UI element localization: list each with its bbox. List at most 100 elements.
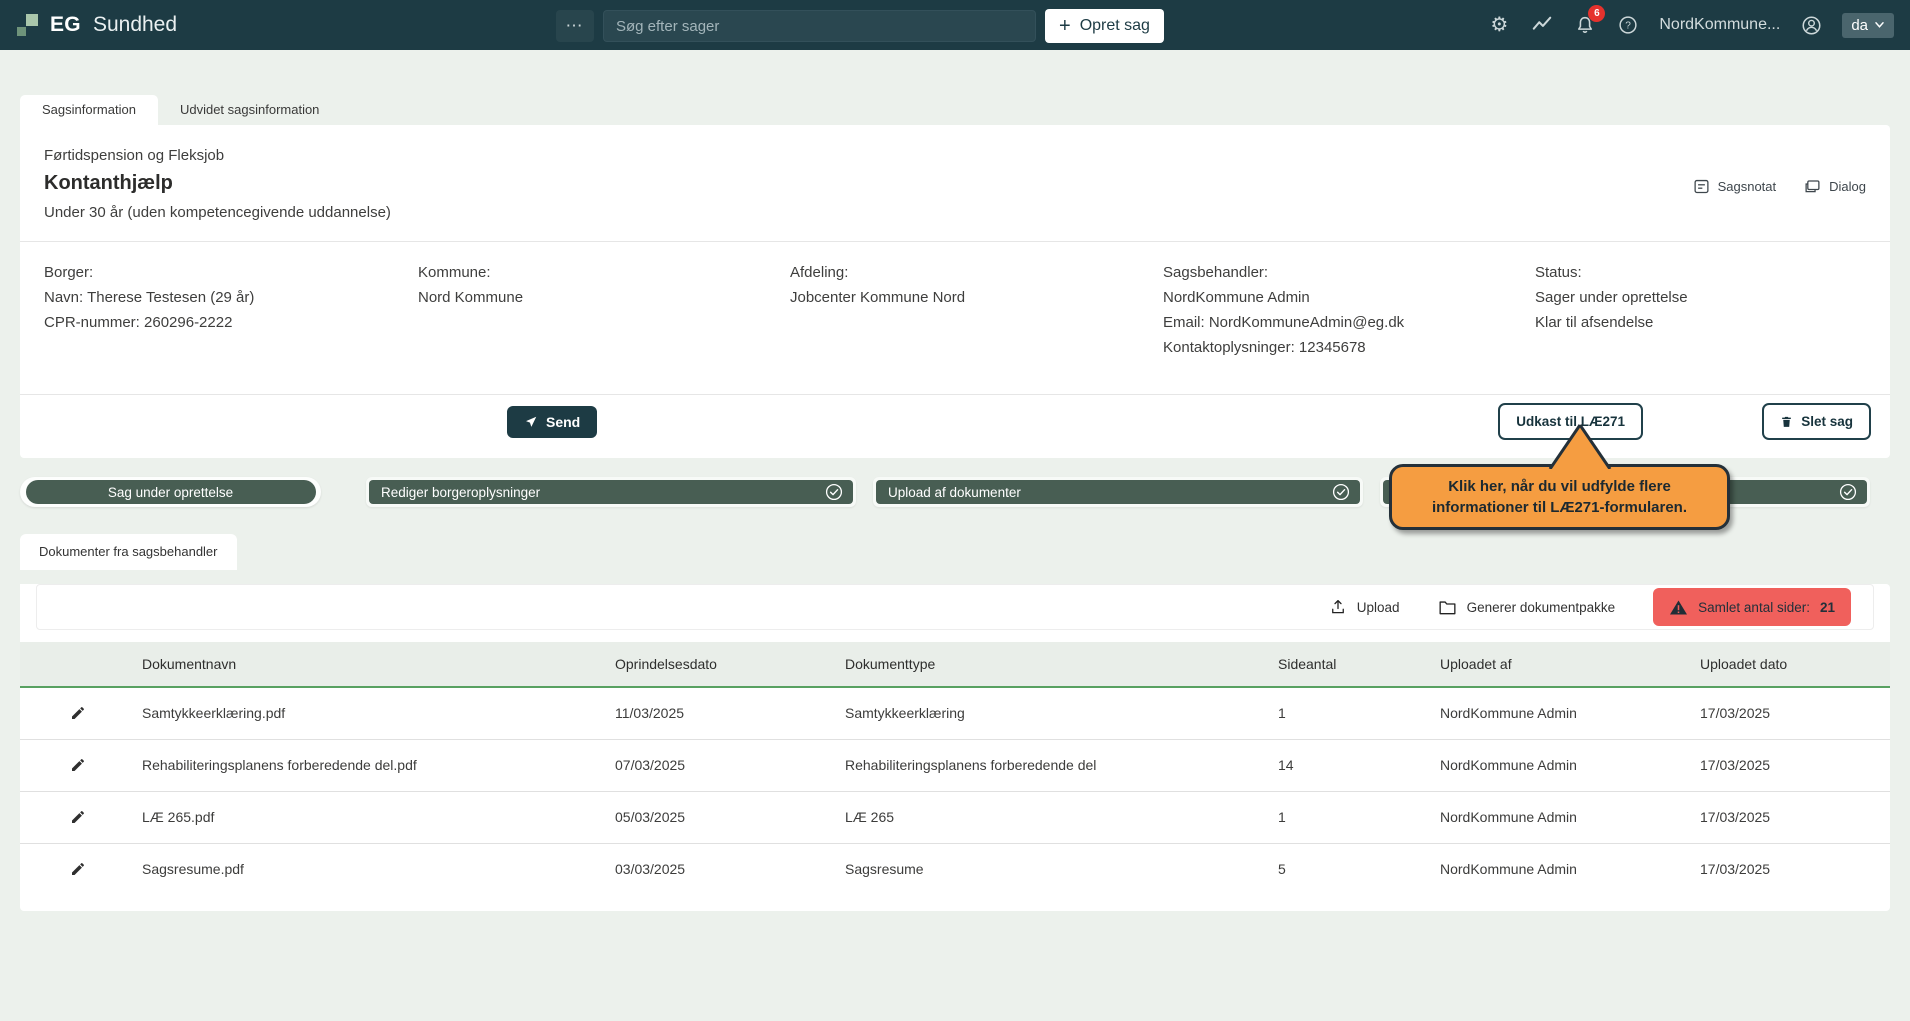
send-button[interactable]: Send — [507, 406, 597, 438]
cell-type: Rehabiliteringsplanens forberedende del — [845, 739, 1278, 791]
cell-pages: 14 — [1278, 739, 1440, 791]
cell-type: Samtykkeerklæring — [845, 687, 1278, 739]
eg-logo-icon — [16, 13, 40, 37]
send-label: Send — [546, 414, 580, 430]
col-dokumentnavn: Dokumentnavn — [142, 642, 615, 687]
cell-uploaded-date: 17/03/2025 — [1700, 687, 1890, 739]
check-circle-icon — [1839, 483, 1857, 501]
cell-pages: 1 — [1278, 791, 1440, 843]
notifications-bell-icon[interactable]: 6 — [1573, 13, 1597, 37]
upload-icon — [1329, 598, 1347, 616]
upload-button[interactable]: Upload — [1329, 598, 1400, 616]
cell-origin-date: 05/03/2025 — [615, 791, 845, 843]
create-case-label: Opret sag — [1080, 17, 1150, 35]
notification-count-badge: 6 — [1588, 5, 1605, 22]
case-info-grid: Borger: Navn: Therese Testesen (29 år) C… — [44, 242, 1866, 374]
table-row[interactable]: Rehabiliteringsplanens forberedende del.… — [20, 739, 1890, 791]
step-label: Upload af dokumenter — [888, 485, 1021, 500]
cell-origin-date: 11/03/2025 — [615, 687, 845, 739]
table-row[interactable]: LÆ 265.pdf 05/03/2025 LÆ 265 1 NordKommu… — [20, 791, 1890, 843]
top-navbar: EG Sundhed ⋯ + Opret sag ⚙ 6 ? — [0, 0, 1910, 50]
cell-uploaded-by: NordKommune Admin — [1440, 843, 1700, 895]
total-pages-label: Samlet antal sider: — [1698, 600, 1810, 615]
logo-product-text: Sundhed — [93, 13, 177, 37]
search-input[interactable] — [603, 10, 1036, 42]
step-rediger-borgeroplysninger[interactable]: Rediger borgeroplysninger — [366, 477, 856, 507]
logo-eg-text: EG — [50, 13, 81, 37]
cell-type: LÆ 265 — [845, 791, 1278, 843]
sagsnotat-button[interactable]: Sagsnotat — [1693, 151, 1777, 221]
case-subtitle: Under 30 år (uden kompetencegivende udda… — [44, 204, 391, 221]
edit-document-button[interactable] — [70, 809, 86, 825]
chevron-down-icon — [1874, 21, 1885, 29]
case-title: Kontanthjælp — [44, 172, 391, 195]
table-row[interactable]: Samtykkeerklæring.pdf 11/03/2025 Samtykk… — [20, 687, 1890, 739]
language-selector[interactable]: da — [1842, 13, 1894, 38]
cell-name: LÆ 265.pdf — [142, 791, 615, 843]
cell-pages: 5 — [1278, 843, 1440, 895]
info-status: Status: Sager under oprettelse Klar til … — [1535, 260, 1866, 360]
plus-icon: + — [1059, 16, 1071, 36]
language-code: da — [1851, 17, 1868, 34]
case-category: Førtidspension og Fleksjob — [44, 147, 391, 164]
col-sideantal: Sideantal — [1278, 642, 1440, 687]
tab-udvidet-sagsinformation[interactable]: Udvidet sagsinformation — [158, 95, 341, 125]
step-label: Rediger borgeroplysninger — [381, 485, 540, 500]
sagsnotat-label: Sagsnotat — [1718, 179, 1777, 194]
help-icon[interactable]: ? — [1616, 13, 1640, 37]
generate-package-button[interactable]: Generer dokumentpakke — [1438, 599, 1616, 616]
create-case-button[interactable]: + Opret sag — [1045, 9, 1164, 43]
app-logo: EG Sundhed — [16, 13, 177, 37]
check-circle-icon — [1332, 483, 1350, 501]
cell-name: Samtykkeerklæring.pdf — [142, 687, 615, 739]
table-row[interactable]: Sagsresume.pdf 03/03/2025 Sagsresume 5 N… — [20, 843, 1890, 895]
cell-uploaded-date: 17/03/2025 — [1700, 739, 1890, 791]
cell-type: Sagsresume — [845, 843, 1278, 895]
dialog-label: Dialog — [1829, 179, 1866, 194]
edit-document-button[interactable] — [70, 705, 86, 721]
lae271-tooltip: Klik her, når du vil udfylde flere infor… — [1389, 464, 1730, 530]
upload-label: Upload — [1357, 600, 1400, 615]
edit-document-button[interactable] — [70, 861, 86, 877]
pencil-icon — [70, 757, 86, 773]
case-information-card: Førtidspension og Fleksjob Kontanthjælp … — [20, 125, 1890, 458]
dialog-button[interactable]: Dialog — [1804, 151, 1866, 221]
cell-pages: 1 — [1278, 687, 1440, 739]
dialog-icon — [1804, 178, 1821, 195]
step-upload-af-dokumenter[interactable]: Upload af dokumenter — [873, 477, 1363, 507]
info-borger: Borger: Navn: Therese Testesen (29 år) C… — [44, 260, 418, 360]
current-stage-pill: Sag under oprettelse — [20, 477, 321, 507]
total-pages-badge: Samlet antal sider: 21 — [1653, 588, 1851, 626]
table-header-row: Dokumentnavn Oprindelsesdato Dokumenttyp… — [20, 642, 1890, 687]
cell-uploaded-date: 17/03/2025 — [1700, 791, 1890, 843]
settings-gear-icon[interactable]: ⚙ — [1487, 13, 1511, 37]
delete-label: Slet sag — [1801, 414, 1853, 429]
col-oprindelsesdato: Oprindelsesdato — [615, 642, 845, 687]
svg-text:?: ? — [1626, 21, 1632, 32]
cell-uploaded-date: 17/03/2025 — [1700, 843, 1890, 895]
cell-uploaded-by: NordKommune Admin — [1440, 791, 1700, 843]
warning-icon — [1669, 599, 1688, 616]
tab-dokumenter-fra-sagsbehandler[interactable]: Dokumenter fra sagsbehandler — [20, 534, 237, 570]
activity-trend-icon[interactable] — [1530, 13, 1554, 37]
pencil-icon — [70, 705, 86, 721]
more-options-button[interactable]: ⋯ — [556, 10, 594, 42]
documents-card: Upload Generer dokumentpakke Samlet anta… — [20, 584, 1890, 911]
user-profile-icon[interactable] — [1799, 13, 1823, 37]
col-dokumenttype: Dokumenttype — [845, 642, 1278, 687]
tooltip-pointer — [1528, 423, 1638, 469]
col-uploadet-af: Uploadet af — [1440, 642, 1700, 687]
cell-uploaded-by: NordKommune Admin — [1440, 687, 1700, 739]
folder-icon — [1438, 599, 1457, 616]
tenant-menu[interactable]: NordKommune... — [1659, 16, 1780, 34]
cell-origin-date: 07/03/2025 — [615, 739, 845, 791]
cell-uploaded-by: NordKommune Admin — [1440, 739, 1700, 791]
delete-case-button[interactable]: Slet sag — [1762, 403, 1871, 440]
generate-package-label: Generer dokumentpakke — [1467, 600, 1616, 615]
edit-document-button[interactable] — [70, 757, 86, 773]
case-tabs: Sagsinformation Udvidet sagsinformation — [20, 95, 1890, 125]
trash-icon — [1780, 415, 1793, 429]
cell-name: Sagsresume.pdf — [142, 843, 615, 895]
check-circle-icon — [825, 483, 843, 501]
tab-sagsinformation[interactable]: Sagsinformation — [20, 95, 158, 125]
